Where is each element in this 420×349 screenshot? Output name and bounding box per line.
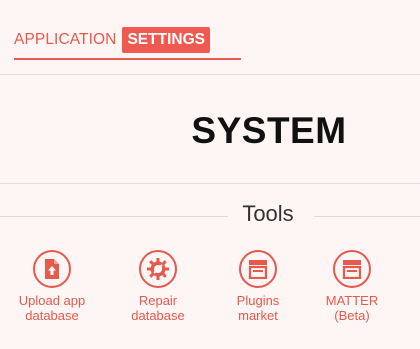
tab-settings[interactable]: SETTINGS [122,27,210,53]
section-divider [0,183,420,184]
tool-label-line2: market [238,308,278,323]
upload-file-icon [33,250,71,288]
store-icon [333,250,371,288]
page-title: SYSTEM [191,110,347,151]
header-divider [0,74,420,75]
tab-bar: APPLICATION SETTINGS [14,24,210,56]
upload-app-database-button[interactable]: Upload app database [12,250,92,323]
tool-label-line2: database [131,308,185,323]
plugins-market-button[interactable]: Plugins market [218,250,298,323]
tool-label-line1: Plugins [236,293,280,308]
store-icon [239,250,277,288]
tool-label-line2: (Beta) [334,308,370,323]
tool-label: Repair database [118,293,198,323]
tool-label: Plugins market [218,293,298,323]
tool-label-line1: MATTER [325,293,379,308]
repair-database-button[interactable]: Repair database [118,250,198,323]
tools-section-label: Tools [242,201,294,226]
tools-divider-left [0,216,228,217]
repair-gear-icon [139,250,177,288]
tool-label-line1: Upload app [18,293,86,308]
tool-label: MATTER (Beta) [312,293,392,323]
matter-beta-button[interactable]: MATTER (Beta) [312,250,392,323]
active-tab-underline [14,58,241,60]
top-navigation: APPLICATION SETTINGS [0,0,420,74]
tools-divider-right [314,216,420,217]
tool-label: Upload app database [12,293,92,323]
tool-label-line1: Repair [138,293,178,308]
tool-label-line2: database [25,308,79,323]
tab-application[interactable]: APPLICATION [14,31,116,49]
